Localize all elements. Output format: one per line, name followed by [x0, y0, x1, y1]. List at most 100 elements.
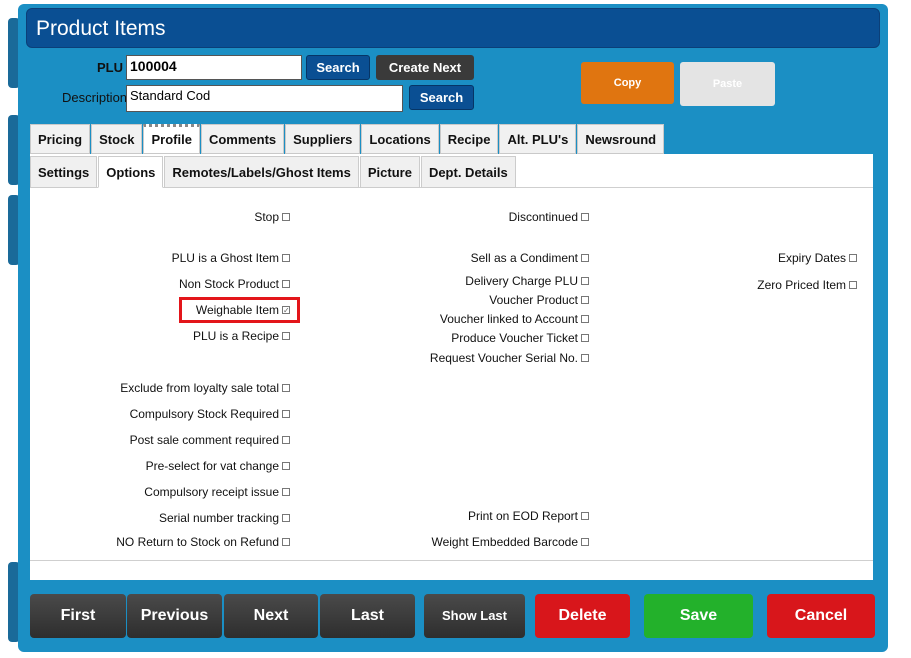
previous-button[interactable]: Previous: [127, 594, 222, 638]
option-plu-is-a-ghost-item[interactable]: PLU is a Ghost Item: [172, 251, 290, 265]
window-title: Product Items: [36, 17, 166, 40]
option-post-sale-comment-required[interactable]: Post sale comment required: [130, 433, 290, 447]
checkbox[interactable]: [282, 462, 290, 470]
option-discontinued[interactable]: Discontinued: [509, 210, 589, 224]
plu-input[interactable]: 100004: [126, 55, 302, 80]
option-label: Voucher linked to Account: [439, 312, 578, 326]
tab-newsround[interactable]: Newsround: [577, 124, 665, 154]
option-label: PLU is a Ghost Item: [171, 251, 279, 265]
option-exclude-from-loyalty-sale-total[interactable]: Exclude from loyalty sale total: [120, 381, 290, 395]
checkbox[interactable]: [282, 332, 290, 340]
checkbox[interactable]: [581, 354, 589, 362]
sub-tabs: Settings Options Remotes/Labels/Ghost It…: [30, 156, 873, 188]
option-label: Compulsory receipt issue: [144, 485, 279, 499]
tab-pricing[interactable]: Pricing: [30, 124, 91, 154]
tab-profile[interactable]: Profile: [143, 124, 200, 154]
checkbox[interactable]: [282, 213, 290, 221]
checkbox[interactable]: [282, 538, 290, 546]
option-label: Sell as a Condiment: [470, 251, 578, 265]
create-next-button[interactable]: Create Next: [376, 55, 474, 80]
next-button[interactable]: Next: [224, 594, 318, 638]
option-delivery-charge-plu[interactable]: Delivery Charge PLU: [465, 274, 589, 288]
cancel-button[interactable]: Cancel: [767, 594, 875, 638]
description-input[interactable]: Standard Cod: [126, 85, 403, 112]
option-stop[interactable]: Stop: [254, 210, 290, 224]
checkbox[interactable]: [581, 254, 589, 262]
show-last-button[interactable]: Show Last: [424, 594, 525, 638]
option-label: Discontinued: [508, 210, 578, 224]
checkbox[interactable]: [282, 436, 290, 444]
subtab-picture[interactable]: Picture: [359, 156, 420, 188]
subtab-remotes-labels-ghost-items[interactable]: Remotes/Labels/Ghost Items: [164, 156, 359, 188]
option-label: Weight Embedded Barcode: [431, 535, 578, 549]
option-label: Exclude from loyalty sale total: [120, 381, 279, 395]
checkbox[interactable]: [849, 254, 857, 262]
description-search-button[interactable]: Search: [409, 85, 474, 110]
checkbox[interactable]: [581, 512, 589, 520]
last-button[interactable]: Last: [320, 594, 415, 638]
option-voucher-product[interactable]: Voucher Product: [489, 293, 589, 307]
option-produce-voucher-ticket[interactable]: Produce Voucher Ticket: [451, 331, 589, 345]
delete-button[interactable]: Delete: [535, 594, 630, 638]
plu-label: PLU: [97, 60, 123, 75]
checkbox[interactable]: [282, 280, 290, 288]
checkbox[interactable]: [849, 281, 857, 289]
checkbox[interactable]: [581, 334, 589, 342]
option-label: Post sale comment required: [129, 433, 279, 447]
option-pre-select-for-vat-change[interactable]: Pre-select for vat change: [146, 459, 290, 473]
tab-recipe[interactable]: Recipe: [439, 124, 499, 154]
checkbox[interactable]: [581, 296, 589, 304]
option-expiry-dates[interactable]: Expiry Dates: [778, 251, 857, 265]
copy-button[interactable]: Copy: [581, 62, 674, 104]
checkbox[interactable]: [581, 538, 589, 546]
profile-panel: Settings Options Remotes/Labels/Ghost It…: [30, 154, 873, 580]
option-sell-as-a-condiment[interactable]: Sell as a Condiment: [471, 251, 589, 265]
option-plu-is-a-recipe[interactable]: PLU is a Recipe: [193, 329, 290, 343]
subtab-dept-details[interactable]: Dept. Details: [420, 156, 516, 188]
option-non-stock-product[interactable]: Non Stock Product: [179, 277, 290, 291]
tab-locations[interactable]: Locations: [361, 124, 439, 154]
option-no-return-to-stock-on-refund[interactable]: NO Return to Stock on Refund: [116, 535, 290, 549]
title-bar: Product Items: [26, 8, 880, 48]
save-button[interactable]: Save: [644, 594, 753, 638]
option-compulsory-stock-required[interactable]: Compulsory Stock Required: [130, 407, 290, 421]
checkbox[interactable]: [581, 277, 589, 285]
tab-suppliers[interactable]: Suppliers: [285, 124, 361, 154]
tab-comments[interactable]: Comments: [200, 124, 285, 154]
option-label: Request Voucher Serial No.: [429, 351, 578, 365]
option-label: PLU is a Recipe: [192, 329, 279, 343]
subtab-options[interactable]: Options: [98, 156, 164, 188]
tab-alt-plus[interactable]: Alt. PLU's: [499, 124, 577, 154]
option-label: Non Stock Product: [178, 277, 279, 291]
option-label: Compulsory Stock Required: [129, 407, 279, 421]
checkbox[interactable]: [282, 488, 290, 496]
paste-button[interactable]: Paste: [680, 62, 775, 106]
checkbox[interactable]: [282, 384, 290, 392]
option-label: Expiry Dates: [777, 251, 846, 265]
checkbox[interactable]: [282, 410, 290, 418]
option-label: Print on EOD Report: [467, 509, 578, 523]
option-request-voucher-serial-no[interactable]: Request Voucher Serial No.: [430, 351, 589, 365]
option-voucher-linked-to-account[interactable]: Voucher linked to Account: [440, 312, 589, 326]
checkbox[interactable]: [282, 514, 290, 522]
option-label: Stop: [254, 210, 279, 224]
option-label: Delivery Charge PLU: [465, 274, 578, 288]
option-compulsory-receipt-issue[interactable]: Compulsory receipt issue: [144, 485, 290, 499]
first-button[interactable]: First: [30, 594, 126, 638]
checkbox[interactable]: [581, 315, 589, 323]
checkbox[interactable]: [282, 254, 290, 262]
plu-search-button[interactable]: Search: [306, 55, 370, 80]
checkbox[interactable]: [581, 213, 589, 221]
options-content: Stop PLU is a Ghost Item Non Stock Produ…: [36, 188, 867, 560]
option-print-on-eod-report[interactable]: Print on EOD Report: [468, 509, 589, 523]
option-label: Zero Priced Item: [757, 278, 846, 292]
option-weight-embedded-barcode[interactable]: Weight Embedded Barcode: [431, 535, 589, 549]
subtab-settings[interactable]: Settings: [30, 156, 98, 188]
option-serial-number-tracking[interactable]: Serial number tracking: [159, 511, 290, 525]
bottom-nav: First Previous Next Last Show Last Delet…: [30, 594, 876, 638]
option-label: Serial number tracking: [158, 511, 279, 525]
weighable-item-highlight: [179, 297, 300, 323]
tab-stock[interactable]: Stock: [91, 124, 143, 154]
option-zero-priced-item[interactable]: Zero Priced Item: [757, 278, 857, 292]
main-tabs: Pricing Stock Profile Comments Suppliers…: [30, 124, 665, 154]
